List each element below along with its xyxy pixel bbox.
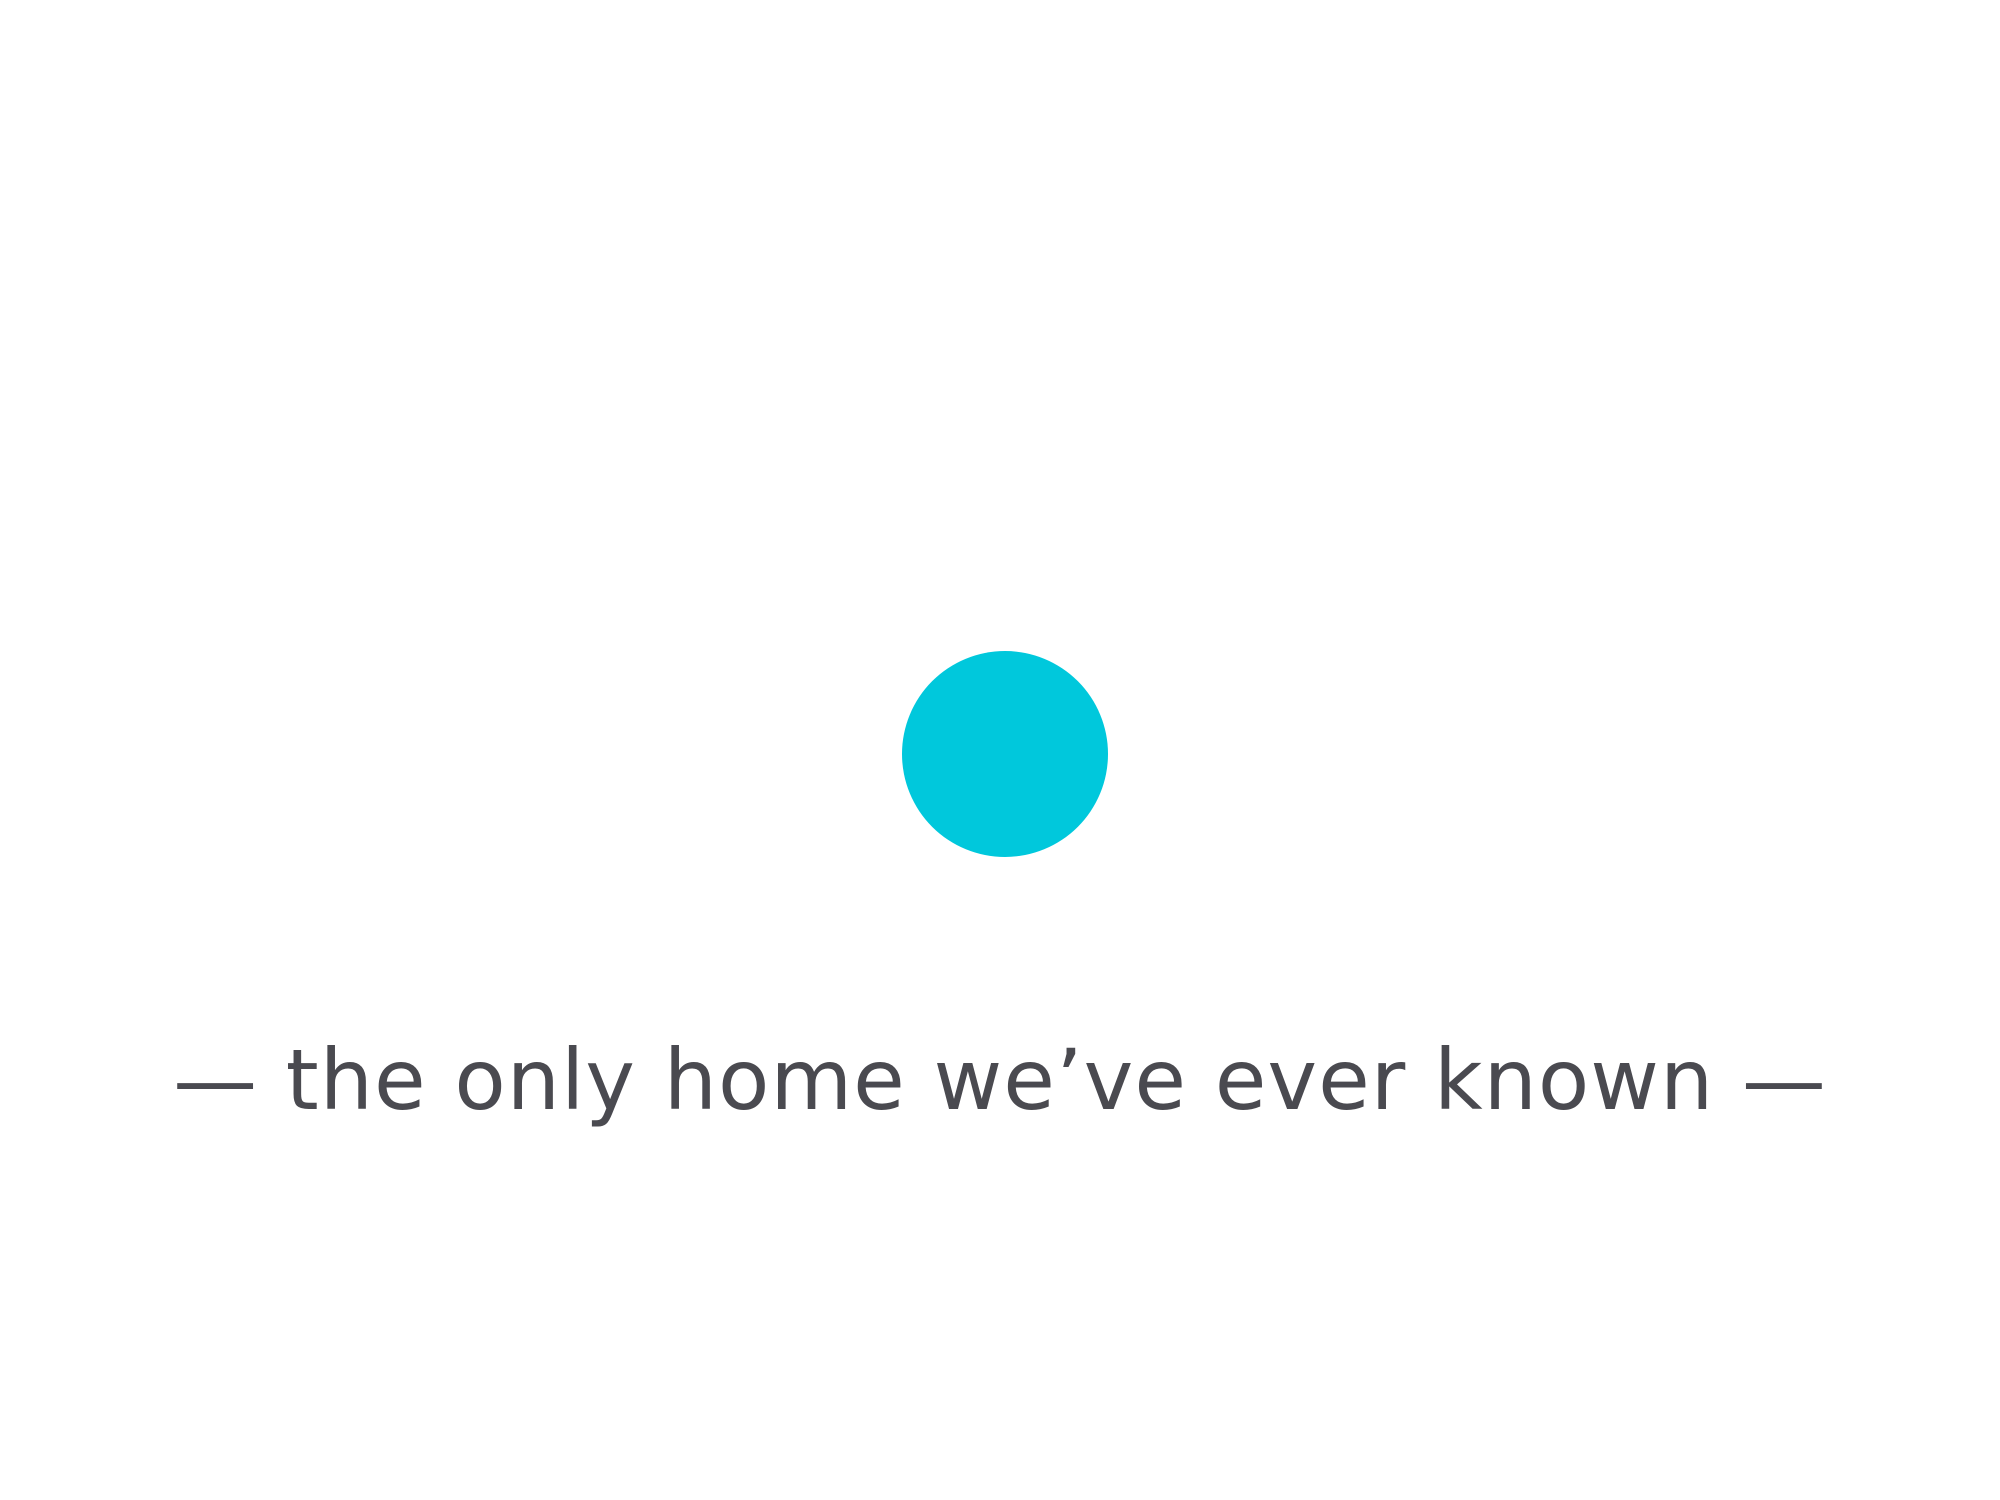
caption-text: — the only home we’ve ever known — <box>173 1031 1827 1129</box>
pale-blue-dot <box>902 651 1108 857</box>
scene: — the only home we’ve ever known — <box>0 0 2000 1500</box>
